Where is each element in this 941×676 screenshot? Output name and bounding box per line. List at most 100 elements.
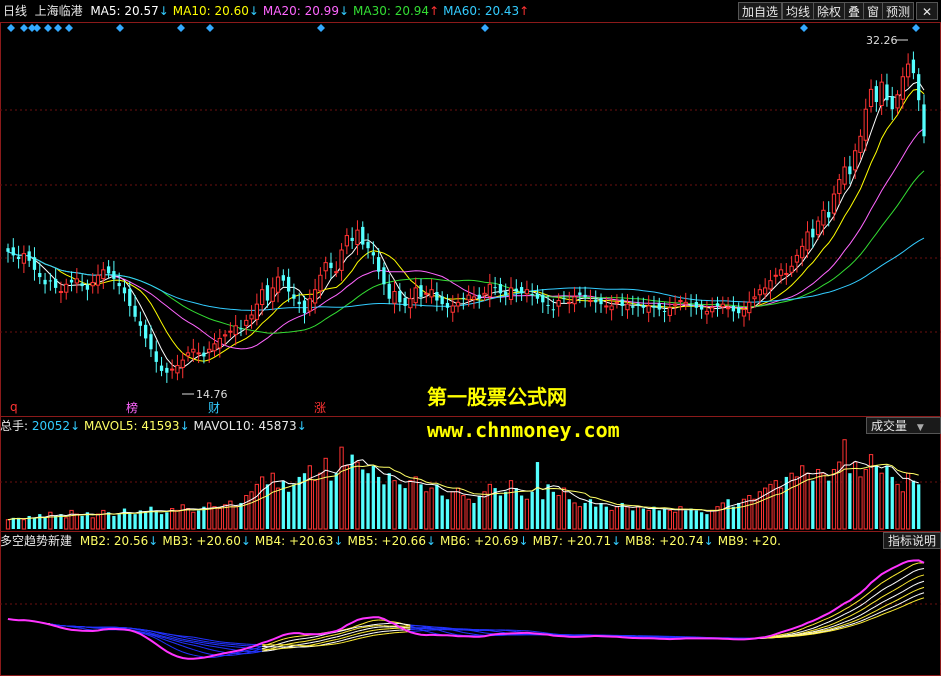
add-watchlist-button[interactable]: 加自选: [738, 2, 783, 20]
candle-body-up: [842, 166, 847, 185]
indicator-value-mb7: MB7: +20.71↓: [532, 534, 622, 548]
indicator-band-segment: [839, 609, 845, 613]
volume-bar-up: [455, 487, 461, 530]
candle-body-up: [323, 262, 328, 272]
event-tag-bang[interactable]: 榜: [126, 401, 138, 415]
candle-body-up: [673, 303, 678, 306]
volume-bar-down: [445, 499, 450, 529]
indicator-band-segment: [473, 633, 480, 636]
indicator-band-segment: [314, 635, 321, 638]
indicator-band-segment: [839, 621, 845, 625]
indicator-band-segment: [288, 642, 295, 645]
volume-bar-down: [917, 484, 921, 529]
indicator-band-segment: [886, 596, 893, 601]
indicator-band-segment: [902, 581, 909, 586]
candle-body-down: [519, 287, 524, 294]
indicator-band-segment: [182, 645, 189, 649]
indicator-band-segment: [193, 654, 199, 657]
indicator-band-segment: [325, 642, 332, 645]
candle-body-up: [609, 305, 614, 311]
volume-bar-down: [419, 484, 423, 529]
signal-diamond: [54, 24, 62, 32]
indicator-band-segment: [833, 620, 840, 625]
candle-body-up: [678, 300, 683, 303]
indicator-band-segment: [367, 624, 374, 627]
window-button[interactable]: 窗: [863, 2, 884, 20]
indicator-band-segment: [907, 564, 914, 568]
volume-bar-up: [233, 506, 238, 530]
volume-bar-up: [424, 491, 429, 530]
avg-line-button[interactable]: 均线: [782, 2, 815, 20]
signal-diamond: [20, 24, 28, 32]
candle-body-down: [811, 228, 815, 238]
indicator-value-mb9: MB9: +20.: [717, 534, 781, 548]
ma-readout-ma30: MA30: 20.94↑: [353, 4, 440, 18]
candle-body-down: [699, 306, 704, 310]
indicator-help-button[interactable]: 指标说明: [883, 532, 941, 549]
indicator-band-segment: [918, 592, 925, 596]
candle-body-up: [763, 287, 768, 295]
indicator-band-segment: [854, 599, 861, 604]
candle-body-up: [455, 301, 461, 307]
candle-body-down: [382, 267, 386, 285]
indicator-arrow-mb6: ↓: [518, 534, 529, 548]
candle-body-down: [350, 237, 354, 241]
indicator-band-segment: [166, 634, 173, 638]
alert-button[interactable]: 预测: [882, 2, 915, 20]
candle-body-down: [445, 302, 450, 308]
volume-bar-up: [561, 487, 567, 530]
indicator-band-segment: [177, 649, 183, 653]
candle-body-down: [594, 299, 598, 303]
indicator-band-segment: [214, 642, 220, 644]
candle-body-down: [599, 298, 603, 305]
indicator-band-segment: [780, 633, 787, 636]
indicator-band-segment: [426, 630, 432, 634]
candle-body-up: [424, 292, 429, 295]
volume-bar-up: [222, 504, 228, 530]
indicator-band-segment: [807, 627, 813, 631]
indicator-band-segment: [844, 606, 851, 610]
candle-body-down: [48, 280, 52, 282]
candle-body-down: [620, 299, 624, 306]
candle-body-up: [275, 276, 281, 293]
indicator-band-segment: [849, 620, 856, 624]
indicator-band-segment: [373, 623, 379, 626]
candle-body-down: [535, 293, 540, 299]
indicator-band-segment: [399, 623, 406, 625]
indicator-band-segment: [177, 643, 183, 647]
indicator-band-segment: [336, 635, 342, 638]
indicator-value-mb6: MB6: +20.69↓: [440, 534, 529, 548]
volume-bar-down: [117, 514, 121, 529]
volume-selector[interactable]: 成交量 ▼: [866, 417, 941, 434]
indicator-band-segment: [230, 654, 236, 656]
candle-body-down: [292, 294, 296, 299]
candle-body-up: [900, 76, 905, 100]
candle-body-up: [757, 289, 763, 296]
indicator-band-segment: [892, 608, 898, 612]
volume-bar-up: [249, 491, 254, 530]
candle-body-down: [435, 291, 439, 301]
event-tag-cai[interactable]: 财: [208, 401, 220, 415]
event-tag-zhang[interactable]: 涨: [314, 401, 326, 415]
indicator-band-segment: [277, 638, 284, 642]
indicator-band-segment: [907, 596, 914, 600]
indicator-band-segment: [823, 625, 829, 628]
overlay-button[interactable]: 叠: [844, 2, 865, 20]
volume-bar-down: [38, 514, 42, 529]
candle-body-up: [260, 289, 265, 306]
indicator-band-segment: [161, 640, 168, 645]
period-label[interactable]: 日线: [3, 4, 27, 18]
indicator-band-segment: [177, 640, 183, 644]
volume-bar-down: [371, 465, 375, 529]
volume-bar-up: [556, 495, 561, 530]
close-icon[interactable]: ✕: [916, 2, 938, 20]
candle-body-down: [133, 305, 137, 317]
event-tag-q[interactable]: q: [10, 400, 18, 414]
indicator-arrow-mb3: ↓: [240, 534, 251, 548]
indicator-arrow-mb5: ↓: [425, 534, 437, 548]
indicator-band-segment: [876, 590, 882, 595]
candle-body-up: [800, 245, 805, 259]
volume-bar-down: [689, 508, 693, 529]
ex-rights-button[interactable]: 除权: [813, 2, 846, 20]
volume-bar-down: [112, 515, 116, 529]
